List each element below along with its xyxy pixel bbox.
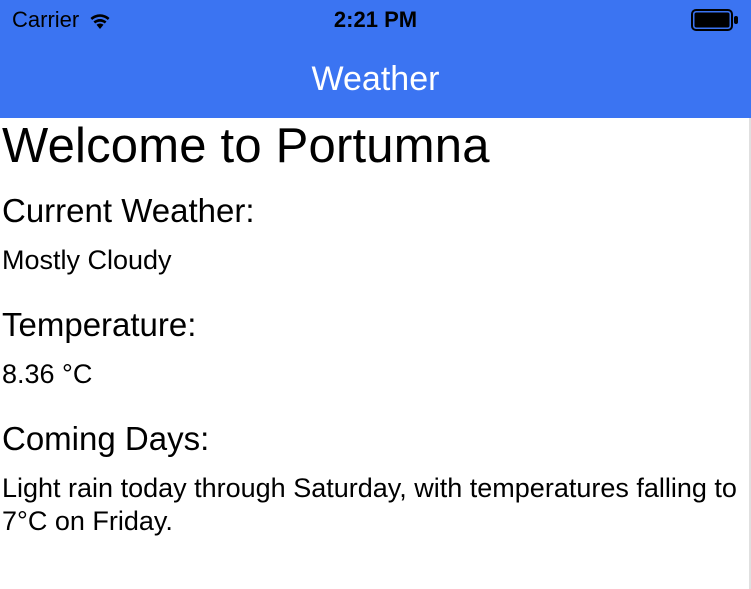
battery-icon — [691, 9, 739, 31]
coming-days-value: Light rain today through Saturday, with … — [2, 472, 745, 540]
status-time: 2:21 PM — [334, 7, 417, 33]
carrier-label: Carrier — [12, 7, 79, 33]
nav-title: Weather — [312, 60, 440, 99]
wifi-icon — [87, 10, 113, 30]
current-weather-label: Current Weather: — [2, 192, 745, 230]
temperature-label: Temperature: — [2, 306, 745, 344]
status-right — [691, 9, 739, 31]
welcome-title: Welcome to Portumna — [2, 118, 745, 174]
nav-bar: Weather — [0, 40, 751, 118]
current-weather-value: Mostly Cloudy — [2, 244, 745, 278]
status-bar: Carrier 2:21 PM — [0, 0, 751, 40]
status-left: Carrier — [12, 7, 113, 33]
coming-days-label: Coming Days: — [2, 420, 745, 458]
temperature-value: 8.36 °C — [2, 358, 745, 392]
main-content: Welcome to Portumna Current Weather: Mos… — [0, 118, 751, 589]
